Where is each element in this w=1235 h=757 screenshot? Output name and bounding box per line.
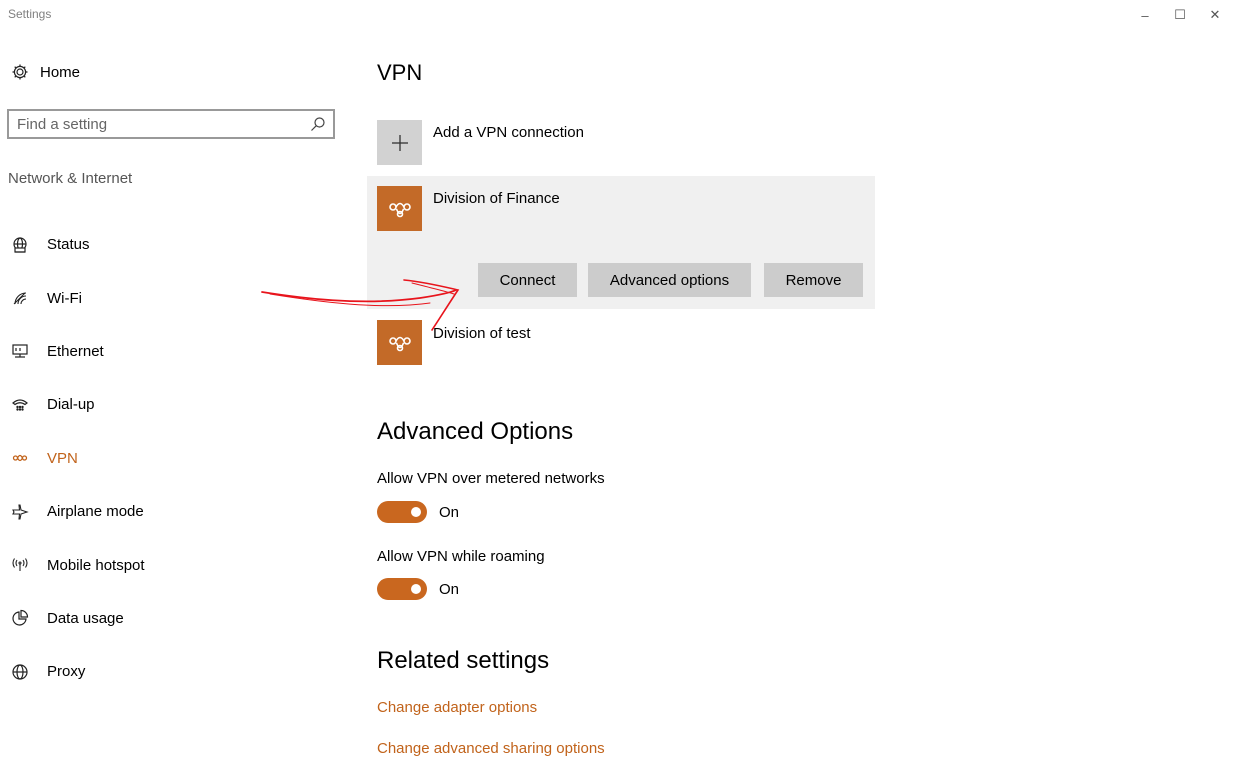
minimize-button[interactable]: – (1125, 2, 1165, 28)
toggle-state-label: On (439, 503, 460, 521)
toggle-knob (411, 507, 421, 517)
sidebar-item-label: Dial-up (47, 396, 95, 414)
vpn-connection-icon (377, 320, 422, 365)
toggle-knob (411, 584, 421, 594)
sidebar-item-airplane-mode[interactable]: Airplane mode (0, 485, 350, 538)
sidebar-item-status[interactable]: Status (0, 218, 350, 271)
change-adapter-options-link[interactable]: Change adapter options (377, 699, 537, 716)
home-label: Home (40, 63, 81, 81)
search-input[interactable] (17, 115, 297, 133)
vpn-icon (8, 446, 32, 470)
sidebar-item-dialup[interactable]: Dial-up (0, 378, 350, 431)
vpn-connection-name: Division of Finance (433, 190, 560, 207)
wifi-icon (8, 286, 32, 310)
metered-networks-label: Allow VPN over metered networks (377, 470, 605, 487)
gear-icon (8, 60, 32, 84)
toggle-state-label: On (439, 580, 460, 598)
sidebar-item-label: Data usage (47, 609, 124, 627)
vpn-connection-item-expanded[interactable]: Division of Finance Connect Advanced opt… (367, 176, 875, 309)
airplane-icon (8, 500, 32, 524)
sidebar-item-label: VPN (47, 449, 78, 467)
vpn-connection-icon (377, 186, 422, 231)
metered-networks-toggle[interactable]: On (377, 501, 459, 523)
section-label: Network & Internet (8, 170, 133, 187)
globe-monitor-icon (8, 233, 32, 257)
vpn-connection-item[interactable]: Division of test (377, 320, 877, 368)
sidebar-item-label: Status (47, 236, 90, 254)
roaming-label: Allow VPN while roaming (377, 548, 545, 565)
roaming-toggle[interactable]: On (377, 578, 459, 600)
sidebar-item-label: Proxy (47, 663, 86, 681)
data-usage-icon (8, 606, 32, 630)
search-icon[interactable] (310, 116, 326, 132)
add-vpn-connection-button[interactable]: Add a VPN connection (377, 120, 877, 168)
add-vpn-label: Add a VPN connection (433, 124, 584, 141)
sidebar-item-wifi[interactable]: Wi-Fi (0, 271, 350, 324)
sidebar-item-data-usage[interactable]: Data usage (0, 592, 350, 645)
related-settings-heading: Related settings (377, 647, 550, 674)
toggle-switch[interactable] (377, 578, 427, 600)
sidebar-item-vpn[interactable]: VPN (0, 432, 350, 485)
title-bar: Settings – ☐ ✕ (0, 0, 1235, 30)
advanced-options-heading: Advanced Options (377, 418, 574, 445)
vpn-connection-name: Division of test (433, 325, 531, 342)
sidebar-item-label: Mobile hotspot (47, 556, 145, 574)
sidebar-item-mobile-hotspot[interactable]: Mobile hotspot (0, 538, 350, 591)
page-title: VPN (377, 60, 423, 85)
close-button[interactable]: ✕ (1195, 2, 1235, 28)
maximize-button[interactable]: ☐ (1160, 2, 1200, 28)
connect-button[interactable]: Connect (478, 263, 577, 297)
sidebar-item-label: Wi-Fi (47, 289, 82, 307)
app-title: Settings (8, 7, 52, 21)
home-nav-item[interactable]: Home (8, 60, 80, 84)
add-icon (377, 120, 422, 165)
dialup-icon (8, 393, 32, 417)
remove-button[interactable]: Remove (764, 263, 863, 297)
toggle-switch[interactable] (377, 501, 427, 523)
search-box[interactable] (7, 109, 335, 139)
sidebar-item-proxy[interactable]: Proxy (0, 645, 350, 698)
ethernet-icon (8, 339, 32, 363)
sidebar-item-label: Airplane mode (47, 503, 144, 521)
sidebar-item-ethernet[interactable]: Ethernet (0, 325, 350, 378)
globe-icon (8, 660, 32, 684)
hotspot-icon (8, 553, 32, 577)
change-advanced-sharing-options-link[interactable]: Change advanced sharing options (377, 740, 605, 757)
sidebar-nav: Status Wi-Fi Ethernet Dial-up VPN Airpla… (0, 218, 350, 699)
advanced-options-button[interactable]: Advanced options (588, 263, 751, 297)
sidebar-item-label: Ethernet (47, 342, 104, 360)
